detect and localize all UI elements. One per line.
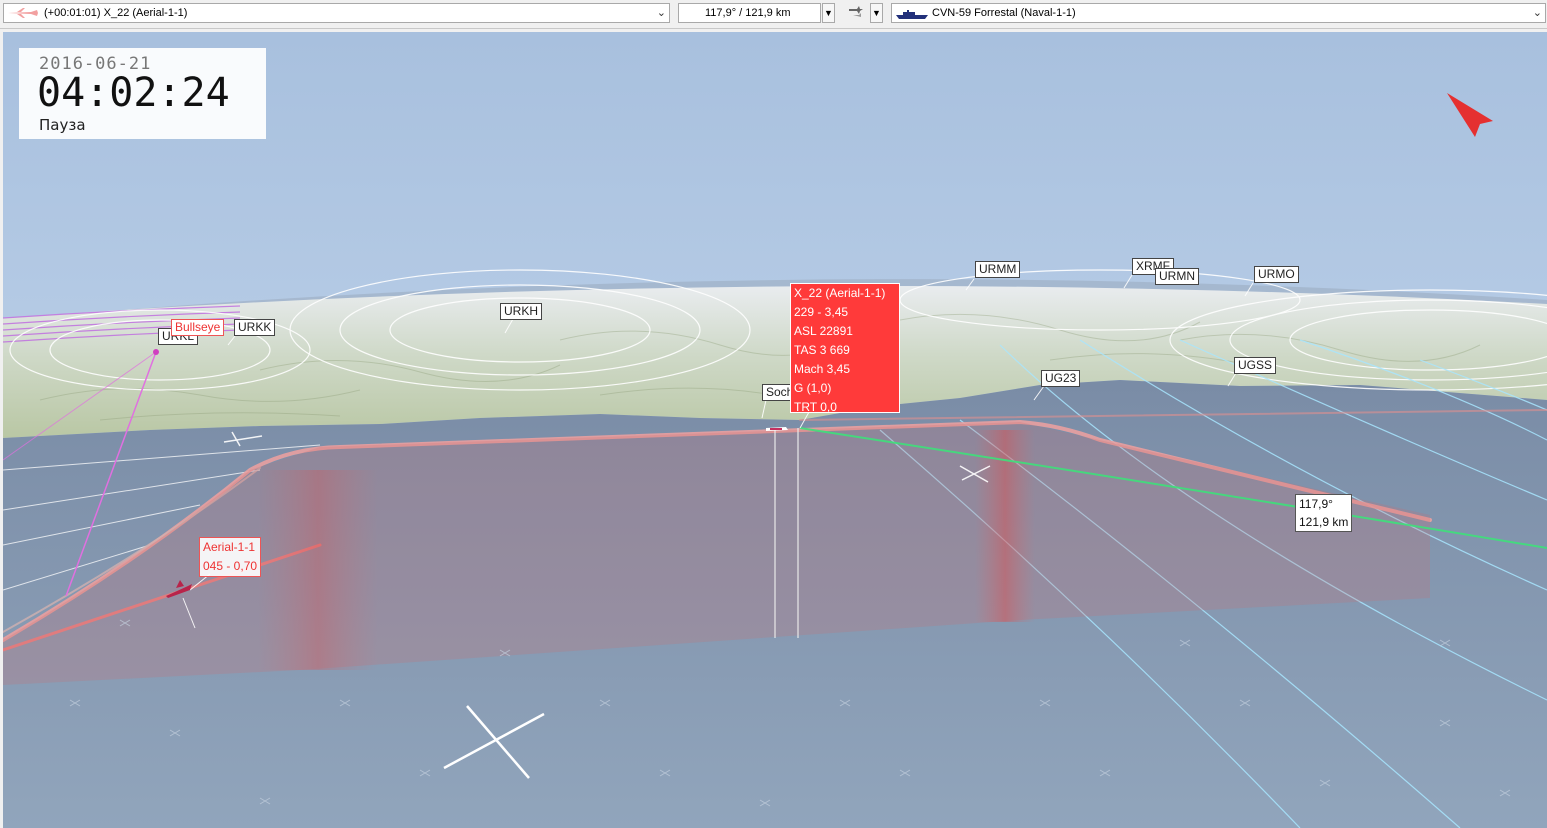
ship-icon [895, 8, 929, 23]
airfield-label-ug23[interactable]: UG23 [1041, 370, 1081, 387]
chevron-down-icon[interactable]: ⌄ [657, 6, 666, 19]
airfield-label-urmn[interactable]: URMN [1155, 268, 1199, 285]
airfield-label-ugss[interactable]: UGSS [1234, 357, 1277, 374]
range-value: 121,9 km [1299, 515, 1349, 529]
toolbar: (+00:01:01) X_22 (Aerial-1-1) ⌄ 117,9° /… [0, 0, 1547, 29]
mode-dropdown-button[interactable]: ▼ [870, 3, 883, 23]
target-unit-select[interactable]: CVN-59 Forrestal (Naval-1-1) ⌄ [891, 3, 1546, 23]
bearing-range-label: 117,9° / 121,9 km [705, 7, 791, 19]
bearing-dropdown-button[interactable]: ▼ [822, 3, 835, 23]
sim-clock: 2016-06-21 04:02:24 Пауза [19, 48, 266, 139]
info-turn-rate: TRT 0,0 [794, 400, 837, 414]
airfield-label-urkh[interactable]: URKH [500, 303, 543, 320]
airfield-label-urmo[interactable]: URMO [1254, 266, 1299, 283]
aircraft-pair-icon[interactable] [845, 3, 869, 23]
airfield-label-urmm[interactable]: URMM [975, 261, 1021, 278]
target-unit-label: CVN-59 Forrestal (Naval-1-1) [932, 7, 1076, 19]
source-unit-label: (+00:01:01) X_22 (Aerial-1-1) [44, 7, 188, 19]
sim-time: 04:02:24 [37, 70, 230, 116]
info-true-airspeed: TAS 3 669 [794, 343, 850, 357]
info-mach: Mach 3,45 [794, 362, 851, 376]
info-g-load: G (1,0) [794, 381, 832, 395]
bearing-range-field[interactable]: 117,9° / 121,9 km [678, 3, 821, 23]
unit-info-panel[interactable]: X_22 (Aerial-1-1) 229 - 3,45 ASL 22891 T… [790, 283, 900, 414]
info-heading-mach: 229 - 3,45 [794, 305, 849, 319]
aerial-heading-mach: 045 - 0,70 [203, 559, 258, 573]
info-unit-name: X_22 (Aerial-1-1) [794, 286, 886, 300]
sim-status: Пауза [39, 116, 86, 134]
bearing-range-label-box: 117,9° 121,9 km [1295, 494, 1353, 532]
aircraft-icon [7, 7, 39, 22]
aerial-unit-label[interactable]: Aerial-1-1 045 - 0,70 [199, 537, 262, 577]
source-unit-select[interactable]: (+00:01:01) X_22 (Aerial-1-1) ⌄ [3, 3, 670, 23]
aerial-unit-name: Aerial-1-1 [203, 540, 256, 554]
chevron-down-icon[interactable]: ⌄ [1533, 6, 1542, 19]
airfield-label-urkk[interactable]: URKK [234, 319, 276, 336]
map-3d-viewport[interactable]: 2016-06-21 04:02:24 Пауза URKL Bullseye … [3, 32, 1547, 828]
bullseye-label[interactable]: Bullseye [171, 319, 225, 336]
info-altitude: ASL 22891 [794, 324, 853, 338]
bearing-value: 117,9° [1299, 497, 1333, 511]
map-scene [3, 32, 1547, 828]
